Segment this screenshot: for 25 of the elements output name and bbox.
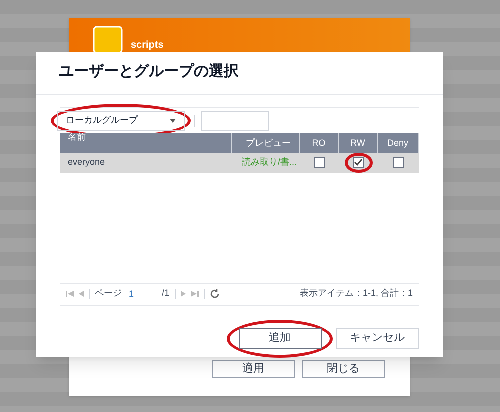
group-dropdown[interactable]: ローカルグループ — [57, 110, 185, 130]
checkmark-icon — [354, 158, 363, 167]
page-total: /1 — [162, 287, 170, 300]
checkbox[interactable] — [393, 157, 404, 168]
table-row[interactable]: everyone 読み取り/書... — [60, 152, 419, 172]
refresh-icon[interactable] — [210, 289, 220, 299]
page-label: ページ — [95, 287, 122, 300]
search-field[interactable] — [201, 110, 269, 130]
dialog-button[interactable]: キャンセル — [336, 328, 419, 348]
table-cell-text: everyone — [67, 156, 106, 169]
checkbox[interactable] — [353, 157, 364, 168]
last-page-icon[interactable] — [190, 291, 199, 297]
previous-page-icon[interactable] — [79, 291, 84, 297]
dialog-button[interactable]: 適用 — [212, 360, 295, 378]
window-title: scripts — [131, 39, 164, 53]
dialog-title: ユーザーとグループの選択 — [36, 52, 443, 94]
page-field[interactable]: 1 — [127, 287, 157, 301]
caret-icon — [170, 118, 176, 122]
checkbox[interactable] — [314, 157, 325, 168]
dialog-button[interactable]: 閉じる — [302, 360, 385, 378]
table-cell-text: 読み取り/書... — [241, 156, 298, 169]
first-page-icon[interactable] — [66, 291, 74, 297]
dialog-button[interactable]: 追加 — [238, 328, 322, 349]
item-summary: 表示アイテム：1-1, 合計：1 — [300, 287, 413, 300]
next-page-icon[interactable] — [180, 291, 186, 297]
